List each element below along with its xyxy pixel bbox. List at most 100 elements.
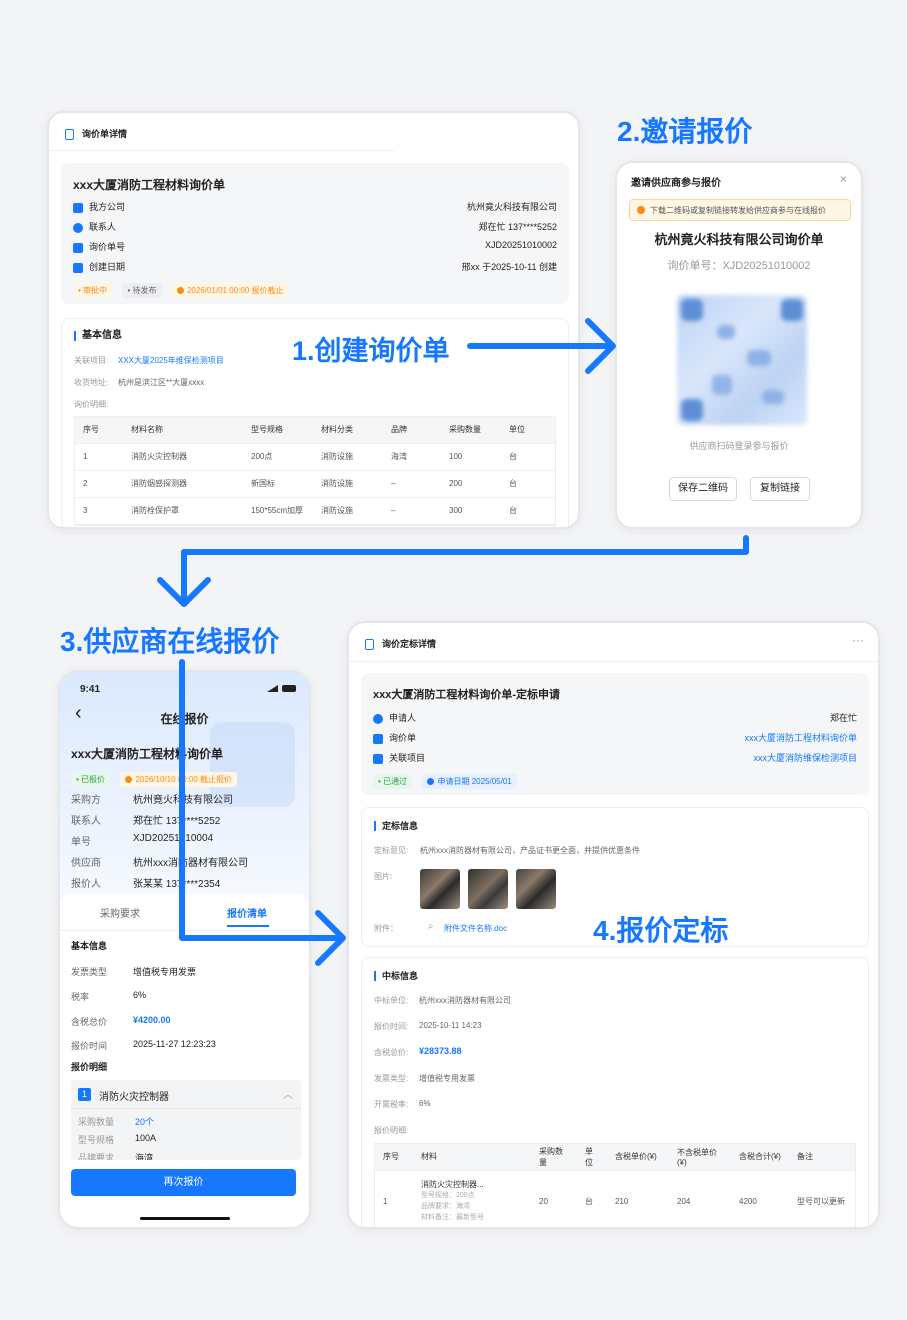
notice-text: 下载二维码或复制链接转发给供应商参与在线报价 [650,206,826,215]
col-header: 不含税单价(¥) [669,1144,731,1171]
col-header: 单位 [577,1144,607,1171]
home-indicator [140,1217,230,1220]
calendar-icon [73,262,83,273]
attachment-link[interactable]: 附件文件名称.doc [444,923,507,934]
invoice-label: 发票类型: [374,1074,409,1083]
list-icon [373,733,383,744]
col-header: 材料名称 [123,417,243,444]
col-header: 型号规格 [243,417,313,444]
deadline-badge: 2026/10/10 00:00 截止报价 [120,772,237,787]
company-value: 杭州竟火科技有限公司 [466,202,557,212]
qty-label: 采购数量 [78,1117,115,1127]
arrow-2-to-3 [157,535,749,607]
detail-label: 询价明细: [74,400,109,409]
quoter-label: 报价人 [71,879,101,890]
tab-requirements[interactable]: 采购要求 [100,905,140,920]
winner-info-box: 中标信息 中标单位: 杭州xxx消防器材有限公司 报价时间: 2025-10-1… [361,957,869,1227]
table-row: 1 消防火灾控制器... 型号规格：200点 品牌要求：海湾 材料备注：最新型号… [375,1170,855,1227]
project-label: 关联项目: [74,356,109,365]
order-no-value: XJD20251010004 [133,833,214,844]
item-name: 消防火灾控制器 [99,1092,169,1103]
col-header: 采购数量 [531,1144,577,1171]
quote-time-value: 2025-11-27 12:23:23 [133,1039,216,1049]
application-title: xxx大厦消防工程材料询价单-定标申请 [373,689,561,701]
date-value: 邢xx 于2025-10-11 创建 [461,262,557,272]
table-row: 3 消防栓保护罩 150*55cm加厚 消防设施 –300 台 [75,497,555,525]
col-header: 备注 [789,1144,855,1171]
project-row: 关联项目 [373,751,425,764]
page-title: 在线报价 [160,712,209,726]
inquiry-row: 询价单 [373,731,416,744]
chevron-up-icon[interactable]: ︿ [283,1086,293,1101]
warning-icon [637,206,645,214]
col-header: 材料 [413,1144,531,1171]
address-label: 收货地址: [74,378,109,387]
contact-label: 联系人 [71,816,101,827]
step-4-label: 4.报价定标 [593,915,729,946]
material-brand: 品牌要求：海湾 [421,1203,470,1210]
inquiry-detail-panel: 询价单详情 xxx大厦消防工程材料询价单 我方公司 杭州竟火科技有限公司 联系人… [47,111,580,529]
copy-link-button[interactable]: 复制链接 [750,477,810,501]
order-number: 询价单号：XJD20251010002 [667,260,811,272]
award-title: 定标信息 [374,821,418,831]
table-header-row: 序号 材料名称 型号规格 材料分类 品牌 采购数量 单位 [75,417,555,444]
status-tags: • 已报价 2026/10/10 00:00 截止报价 [71,769,243,787]
contact-value: 郑在忙 137****5252 [133,816,221,827]
order-no-label: 单号 [71,837,91,848]
opinion-value: 杭州xxx消防器材有限公司，产品证书更全面，并提供优惠条件 [420,846,640,855]
brand-label: 品牌要求 [78,1153,115,1160]
user-icon [73,222,83,233]
dialog-title: 邀请供应商参与报价 [631,178,721,189]
tab-divider [60,930,309,931]
supplier-phone: 9:41 ‹ 在线报价 xxx大厦消防工程材料询价单 • 已报价 2026/10… [58,670,311,1229]
order-title: xxx大厦消防工程材料询价单 [71,747,224,761]
opinion-label: 定标意见: [374,846,409,855]
applicant-value: 郑在忙 [829,713,857,723]
header-divider [49,150,394,151]
inquiry-link[interactable]: xxx大厦消防工程材料询价单 [744,731,857,744]
supplier-value: 杭州xxx消防器材有限公司 [133,858,248,869]
tab-quote-list[interactable]: 报价清单 [227,905,267,920]
quote-table: 序号 材料 采购数量 单位 含税单价(¥) 不含税单价(¥) 含税合计(¥) 备… [374,1143,856,1227]
quote-item-card[interactable]: 1 消防火灾控制器 ︿ 采购数量 20个 型号规格 100A 品牌要求 海湾 [71,1080,301,1160]
attachment-label: 附件： [374,924,398,933]
date-badge: 申请日期 2025/05/01 [422,774,517,789]
scan-hint: 供应商扫码登录参与报价 [689,441,789,451]
step-1-label: 1.创建询价单 [288,329,454,368]
more-icon[interactable]: ··· [852,633,864,647]
document-icon [365,639,374,651]
row-contact: 联系人 [73,220,116,233]
list-icon [73,242,83,253]
close-icon[interactable]: × [840,172,847,186]
col-header: 单位 [501,417,555,444]
building-icon [73,202,83,213]
project-link[interactable]: XXX大厦2025年维保检测项目 [118,355,224,366]
item-number-badge: 1 [78,1088,91,1101]
tab-bar: 采购要求 报价清单 [60,894,309,930]
quoter-value: 张某某 137****2354 [133,879,221,890]
attachment-image[interactable] [468,869,508,909]
col-header: 序号 [75,417,123,444]
winner-unit-label: 中标单位: [374,996,409,1005]
tab-indicator [227,925,269,927]
total-label: 含税总价 [71,1017,108,1027]
project-link[interactable]: xxx大厦消防维保检测项目 [753,751,857,764]
images-label: 图片: [374,872,393,881]
winner-unit-value: 杭州xxx消防器材有限公司 [419,996,511,1005]
spec-value: 100A [135,1133,157,1143]
summary-box: xxx大厦消防工程材料询价单-定标申请 申请人 郑在忙 询价单 xxx大厦消防工… [361,673,869,795]
invoice-value: 增值税专用发票 [419,1074,475,1083]
attachment-image[interactable] [420,869,460,909]
qty-value: 20个 [135,1117,155,1127]
supplier-label: 供应商 [71,858,101,869]
qr-code [677,295,807,425]
attachment-image[interactable] [516,869,556,909]
status-badge: • 审批中 [73,283,113,298]
detail-title: 报价明细 [71,1062,108,1072]
tax-value: 6% [133,990,147,1000]
invite-dialog: 邀请供应商参与报价 × 下载二维码或复制链接转发给供应商参与在线报价 杭州竟火科… [615,161,863,529]
save-qr-button[interactable]: 保存二维码 [669,477,737,501]
spec-label: 型号规格 [78,1135,115,1145]
order-title: xxx大厦消防工程材料询价单 [73,178,226,192]
requote-button[interactable]: 再次报价 [71,1169,296,1196]
